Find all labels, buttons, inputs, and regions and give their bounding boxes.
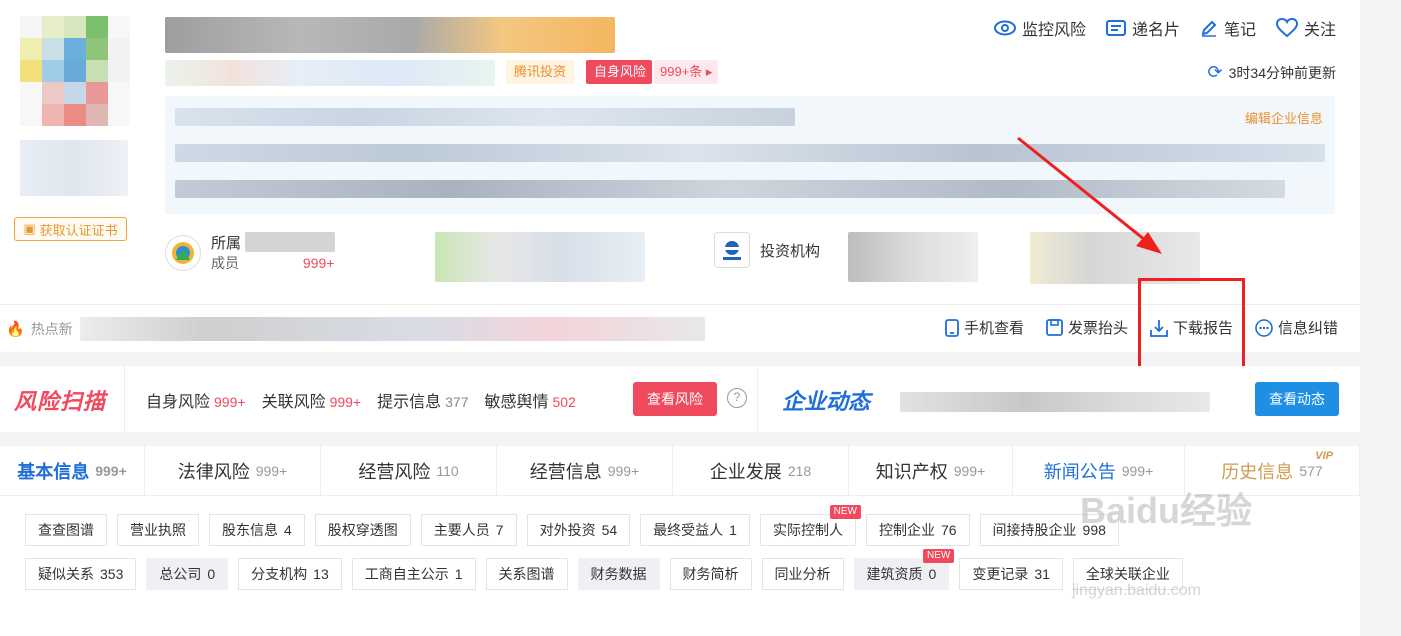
vip-badge: VIP <box>1315 450 1333 462</box>
invoice-header-button[interactable]: 发票抬头 <box>1046 317 1128 338</box>
blurred-group-name <box>245 232 335 252</box>
blurred-company-short <box>20 140 128 196</box>
divider <box>757 366 758 432</box>
subtab-item[interactable]: 疑似关系 353 <box>25 558 137 590</box>
blurred-status-tags <box>165 60 495 86</box>
top-actions: 监控风险 递名片 笔记 关注 <box>993 16 1336 40</box>
subtab-item[interactable]: 财务数据 <box>577 558 660 590</box>
monitor-risk-button[interactable]: 监控风险 <box>993 16 1086 40</box>
highlight-box <box>1138 278 1245 374</box>
subtab-item[interactable]: 控制企业 76 <box>865 514 970 546</box>
blurred-company-name <box>165 17 615 53</box>
subtab-item[interactable]: 营业执照 <box>117 514 199 546</box>
subtab-item[interactable]: 同业分析 <box>761 558 844 590</box>
get-certificate-button[interactable]: ▣ 获取认证证书 <box>14 217 127 241</box>
subtab-item[interactable]: 工商自主公示 1 <box>351 558 476 590</box>
subtabs: 查查图谱 营业执照 股东信息 4 股权穿透图 主要人员 7 对外投资 54 最终受益人 1 实际控制人… <box>25 505 1355 602</box>
blurred-investor-name <box>848 232 978 282</box>
tab-2[interactable]: 法律风险 999+ <box>145 446 321 496</box>
update-status[interactable]: ⟳ 3时34分钟前更新 <box>1208 62 1336 83</box>
pen-icon <box>1201 20 1217 37</box>
risk-items: 自身风险 999+ 关联风险 999+ 提示信息 377 敏感舆情 502 <box>146 388 576 412</box>
divider <box>124 366 125 432</box>
investor-logo-icon <box>714 232 750 268</box>
group-logo-icon <box>165 234 201 271</box>
tab-6[interactable]: 知识产权 999+ <box>849 446 1013 496</box>
tab-7[interactable]: 新闻公告 999+ <box>1013 446 1185 496</box>
hot-news[interactable]: 🔥 热点新 <box>6 319 73 339</box>
tab-1[interactable]: 基本信息 999+ <box>0 446 145 496</box>
risk-scan-card: 风险扫描 自身风险 999+ 关联风险 999+ 提示信息 377 敏感舆情 502 查看风险… <box>0 366 1360 432</box>
subtab-item[interactable]: 分支机构 13 <box>238 558 342 590</box>
blurred-investor-item <box>1030 232 1200 284</box>
subtab-item[interactable]: 对外投资 54 <box>526 514 631 546</box>
edit-company-info-link[interactable]: 编辑企业信息 <box>1245 108 1323 127</box>
subtab-item[interactable]: 实际控制人 NEW <box>759 505 861 546</box>
risk-item[interactable]: 关联风险 999+ <box>262 388 362 412</box>
subtab-item[interactable]: 建筑资质 0 NEW <box>853 549 955 590</box>
blurred-dynamics-text <box>900 392 1210 412</box>
tag-risk-count[interactable]: 999+条 ▸ <box>654 60 719 84</box>
blurred-info-line <box>175 144 1325 162</box>
subtab-row: 疑似关系 353 总公司 0 分支机构 13 工商自主公示 1 关系图谱 财务数据 财务简析 同业分析… <box>25 549 1355 590</box>
tabs-card: 基本信息 999+ 法律风险 999+ 经营风险 110 经营信息 999+ 企业发展 218 知识… <box>0 446 1360 636</box>
tab-5[interactable]: 企业发展 218 <box>673 446 849 496</box>
blurred-group-item <box>435 232 645 282</box>
risk-scan-logo: 风险扫描 <box>14 389 107 414</box>
subtab-item[interactable]: 查查图谱 <box>25 514 107 546</box>
phone-icon <box>945 318 959 337</box>
correct-info-button[interactable]: 信息纠错 <box>1255 317 1338 338</box>
heart-icon <box>1275 18 1298 38</box>
subtab-row: 查查图谱 营业执照 股东信息 4 股权穿透图 主要人员 7 对外投资 54 最终受益人 1 实际控制人… <box>25 505 1355 546</box>
blurred-info-line <box>175 108 795 126</box>
subtab-item[interactable]: 关系图谱 <box>485 558 568 590</box>
chat-dots-icon <box>1255 318 1273 337</box>
send-card-button[interactable]: 递名片 <box>1105 16 1180 40</box>
refresh-icon: ⟳ <box>1207 62 1223 82</box>
caret-right-icon: ▸ <box>705 64 713 79</box>
follow-button[interactable]: 关注 <box>1275 16 1336 40</box>
tag-self-risk[interactable]: 自身风险 <box>586 60 653 84</box>
subtab-item[interactable]: 最终受益人 1 <box>640 514 750 546</box>
subtab-item[interactable]: 总公司 0 <box>146 558 229 590</box>
fire-icon: 🔥 <box>6 321 25 338</box>
company-logo <box>20 16 130 126</box>
risk-item[interactable]: 提示信息 377 <box>377 388 468 412</box>
subtab-item[interactable]: 主要人员 7 <box>420 514 517 546</box>
subtab-item[interactable]: 变更记录 31 <box>959 558 1063 590</box>
subtab-item[interactable]: 间接持股企业 998 <box>979 514 1119 546</box>
tab-8[interactable]: 历史信息 577 VIP <box>1185 446 1360 496</box>
view-dynamics-button[interactable]: 查看动态 <box>1255 382 1339 416</box>
investor-block[interactable]: 投资机构 <box>714 232 820 268</box>
tab-3[interactable]: 经营风险 110 <box>321 446 497 496</box>
tag-tencent-investment[interactable]: 腾讯投资 <box>506 60 575 84</box>
company-info-panel: 编辑企业信息 <box>165 96 1335 214</box>
risk-item[interactable]: 自身风险 999+ <box>146 388 246 412</box>
save-icon <box>1046 319 1063 336</box>
help-icon[interactable]: ? <box>727 388 747 408</box>
new-badge: NEW <box>829 505 861 519</box>
certificate-icon: ▣ <box>23 221 36 236</box>
subtab-item[interactable]: 股权穿透图 <box>314 514 411 546</box>
eye-icon <box>993 20 1016 36</box>
mobile-view-button[interactable]: 手机查看 <box>945 317 1024 338</box>
new-badge: NEW <box>922 549 955 563</box>
tab-4[interactable]: 经营信息 999+ <box>497 446 673 496</box>
main-tabs: 基本信息 999+ 法律风险 999+ 经营风险 110 经营信息 999+ 企业发展 218 知识… <box>0 446 1360 496</box>
blurred-info-line <box>175 180 1285 198</box>
note-button[interactable]: 笔记 <box>1200 16 1256 40</box>
blurred-hot-news <box>80 317 705 341</box>
subtab-item[interactable]: 全球关联企业 <box>1072 558 1183 590</box>
subtab-item[interactable]: 股东信息 4 <box>209 514 305 546</box>
view-risk-button[interactable]: 查看风险 <box>633 382 717 416</box>
company-dynamics-logo: 企业动态 <box>782 389 871 414</box>
risk-item[interactable]: 敏感舆情 502 <box>485 388 576 412</box>
subtab-item[interactable]: 财务简析 <box>669 558 752 590</box>
card-icon <box>1105 20 1126 36</box>
